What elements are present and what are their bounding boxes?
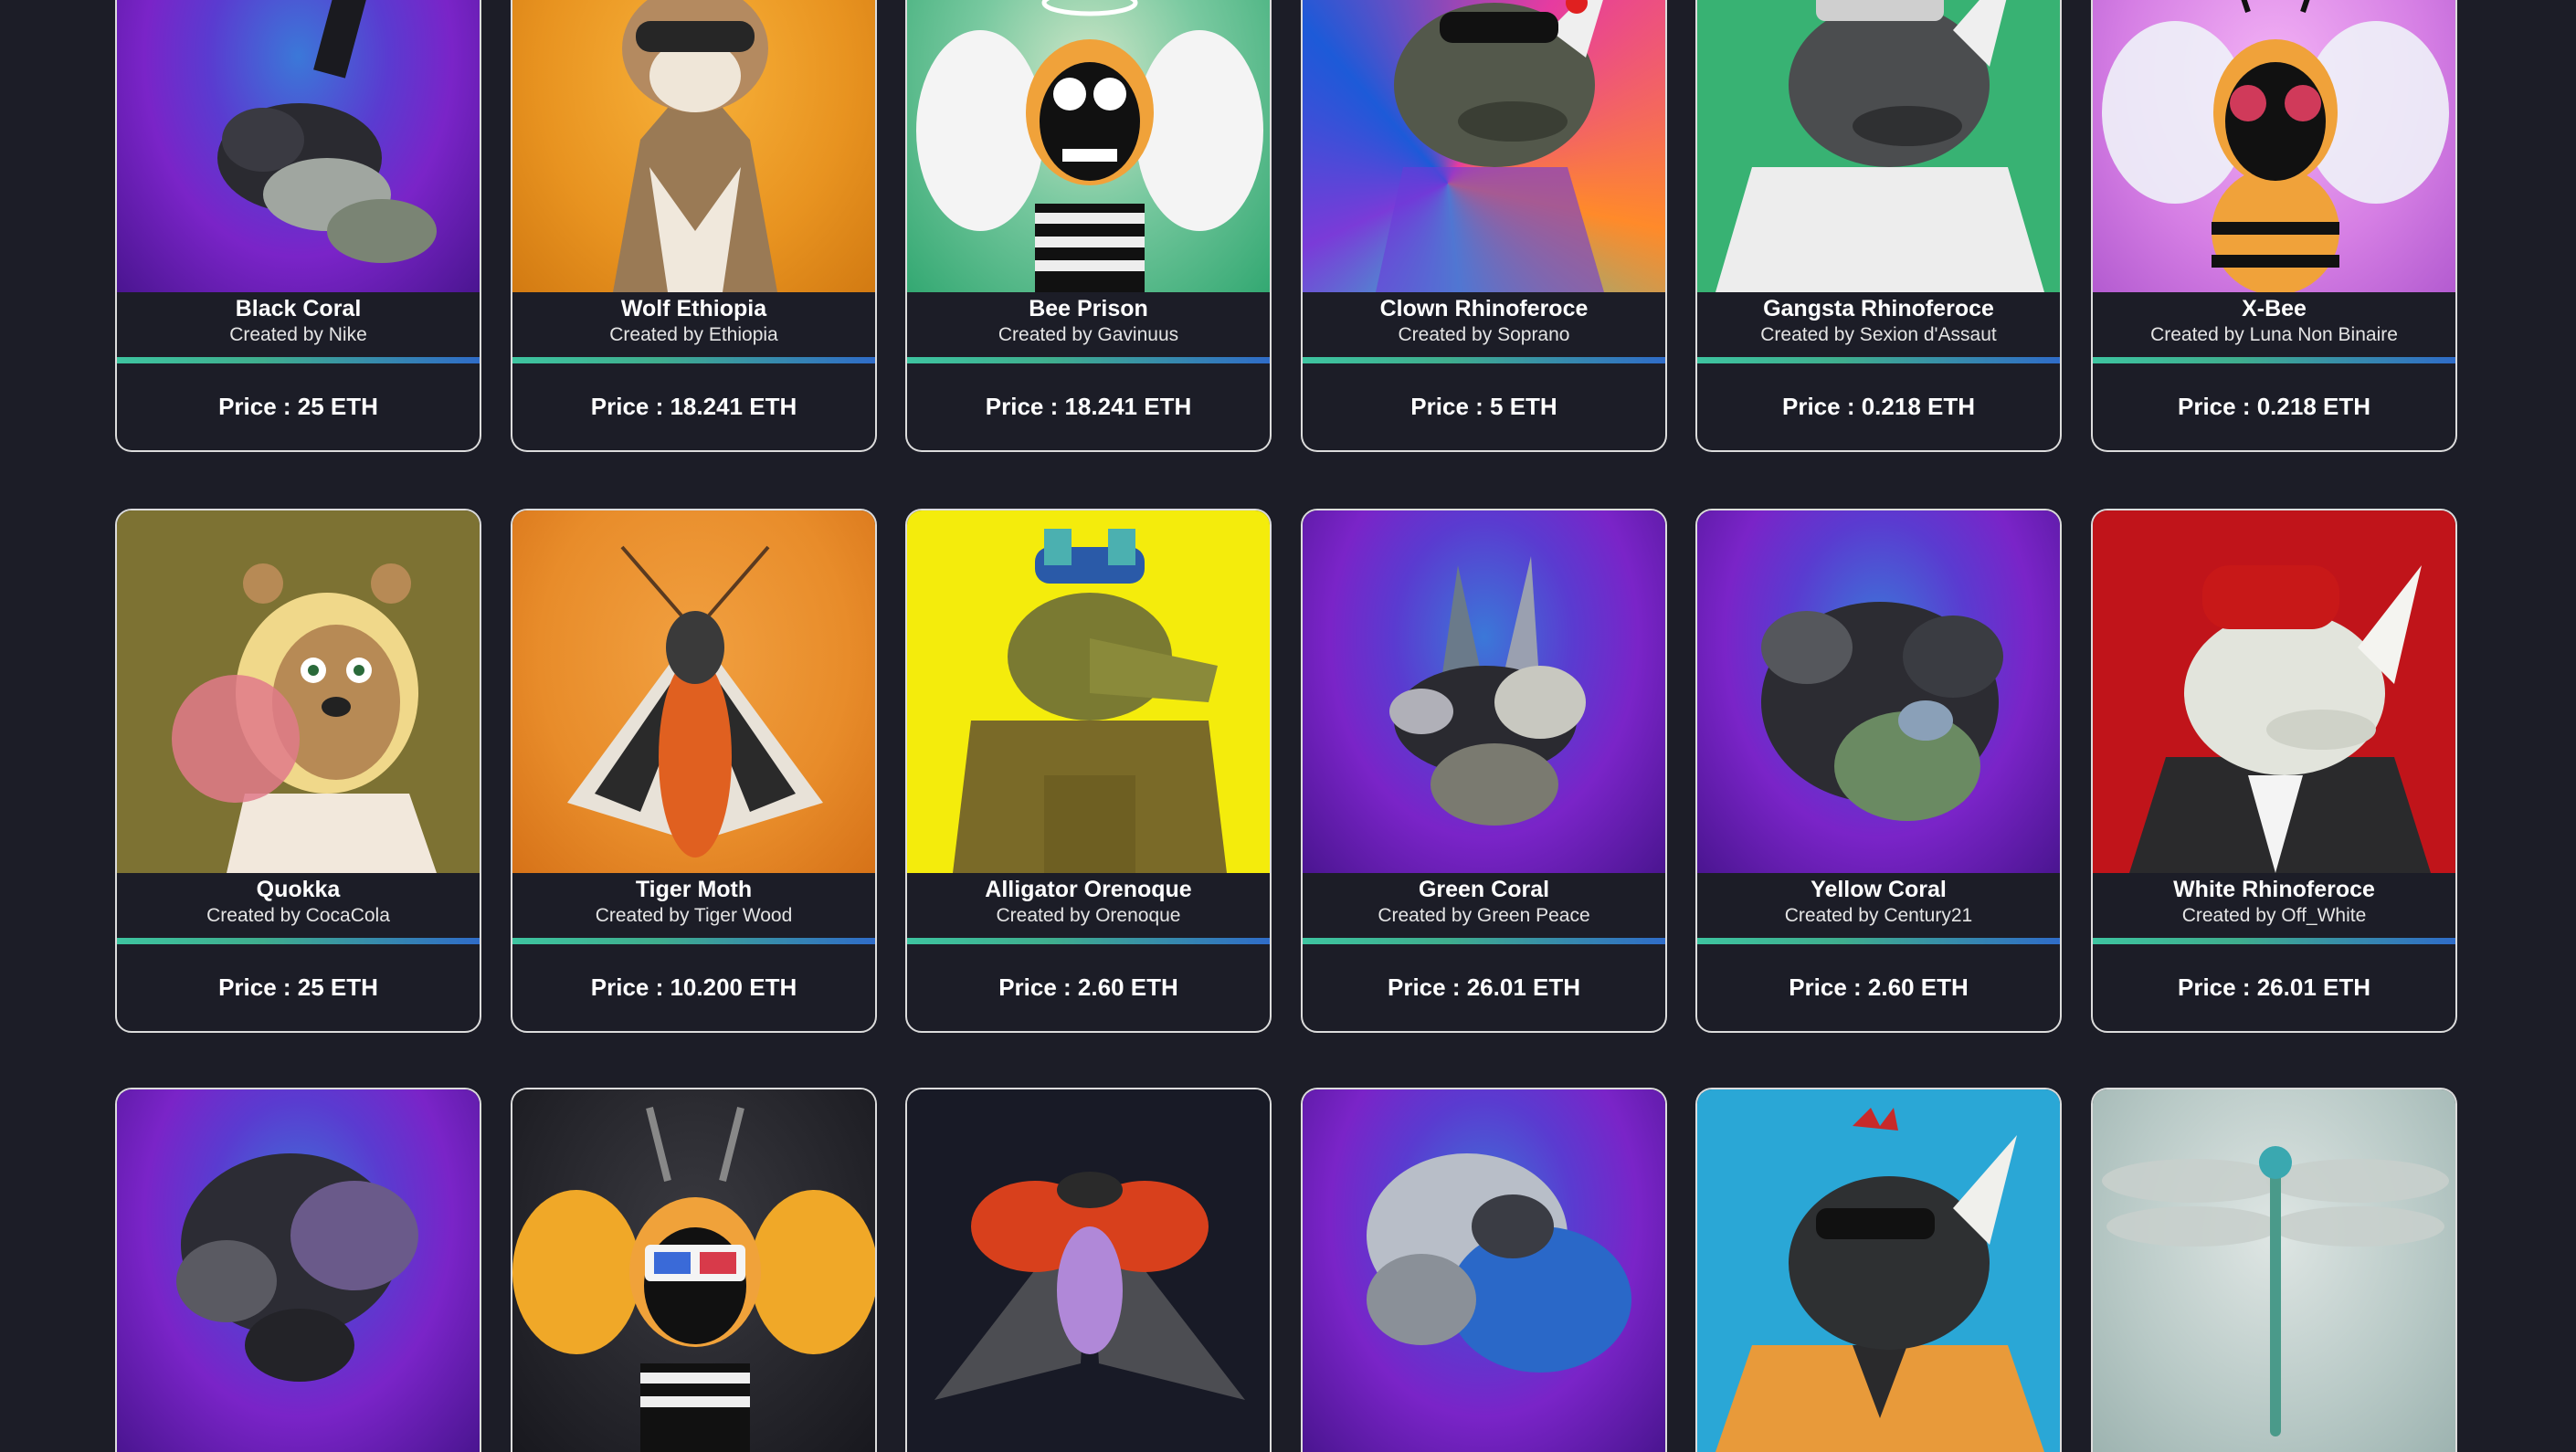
card-title: Bee Prison <box>1029 296 1148 321</box>
nft-card[interactable]: Alligator Orenoque Created by Orenoque P… <box>905 509 1272 1033</box>
card-price: Price : 25 ETH <box>218 393 378 420</box>
card-price: Price : 26.01 ETH <box>2178 973 2370 1001</box>
card-divider <box>2093 357 2455 363</box>
card-creator: Created by Ethiopia <box>609 324 778 345</box>
coral-icon <box>1303 1089 1665 1452</box>
rhino-icon <box>2093 510 2455 873</box>
card-divider <box>1303 357 1665 363</box>
nft-card[interactable] <box>115 1088 481 1452</box>
card-creator: Created by Off_White <box>2181 905 2367 926</box>
card-creator: Created by Sexion d'Assaut <box>1760 324 1997 345</box>
card-creator: Created by Green Peace <box>1378 905 1590 926</box>
card-price: Price : 0.218 ETH <box>2178 393 2370 420</box>
card-title: Tiger Moth <box>635 877 753 902</box>
card-creator: Created by CocaCola <box>206 905 390 926</box>
coral-icon <box>117 0 480 292</box>
card-creator: Created by Tiger Wood <box>595 905 793 926</box>
card-divider <box>512 938 875 944</box>
card-divider <box>907 938 1270 944</box>
nft-card[interactable] <box>1301 1088 1667 1452</box>
nft-card[interactable]: Tiger Moth Created by Tiger Wood Price :… <box>511 509 877 1033</box>
card-title: Black Coral <box>235 296 362 321</box>
card-creator: Created by Century21 <box>1784 905 1973 926</box>
card-title: Quokka <box>256 877 341 902</box>
card-creator: Created by Nike <box>229 324 367 345</box>
card-creator: Created by Soprano <box>1398 324 1570 345</box>
bee-icon <box>907 0 1270 292</box>
nft-card[interactable] <box>905 1088 1272 1452</box>
nft-card[interactable]: Gangsta Rhinoferoce Created by Sexion d'… <box>1695 0 2062 452</box>
card-title: Green Coral <box>1418 877 1550 902</box>
rhino-icon <box>1303 0 1665 292</box>
card-price: Price : 18.241 ETH <box>985 393 1192 420</box>
card-price: Price : 10.200 ETH <box>590 973 797 1001</box>
card-price: Price : 0.218 ETH <box>1782 393 1975 420</box>
card-creator: Created by Orenoque <box>996 905 1181 926</box>
card-price: Price : 5 ETH <box>1410 393 1557 420</box>
card-price: Price : 25 ETH <box>218 973 378 1001</box>
card-divider <box>2093 938 2455 944</box>
card-divider <box>117 938 480 944</box>
card-divider <box>1303 938 1665 944</box>
card-divider <box>907 357 1270 363</box>
coral-icon <box>1303 510 1665 873</box>
alligator-icon <box>907 510 1270 873</box>
nft-card[interactable]: Black Coral Created by Nike Price : 25 E… <box>115 0 481 452</box>
rhino-icon <box>1697 1089 2060 1452</box>
nft-card[interactable]: White Rhinoferoce Created by Off_White P… <box>2091 509 2457 1033</box>
card-divider <box>1697 357 2060 363</box>
nft-card[interactable]: Green Coral Created by Green Peace Price… <box>1301 509 1667 1033</box>
nft-card[interactable]: Yellow Coral Created by Century21 Price … <box>1695 509 2062 1033</box>
card-title: X-Bee <box>2242 296 2307 321</box>
card-title: Yellow Coral <box>1811 877 1947 902</box>
ladybug-icon <box>907 1089 1270 1452</box>
nft-card[interactable]: Bee Prison Created by Gavinuus Price : 1… <box>905 0 1272 452</box>
nft-card[interactable]: Wolf Ethiopia Created by Ethiopia Price … <box>511 0 877 452</box>
card-creator: Created by Luna Non Binaire <box>2150 324 2398 345</box>
quokka-icon <box>117 510 480 873</box>
card-price: Price : 26.01 ETH <box>1388 973 1580 1001</box>
nft-card[interactable] <box>1695 1088 2062 1452</box>
card-divider <box>117 357 480 363</box>
coral-icon <box>1697 510 2060 873</box>
bee-icon <box>2093 0 2455 292</box>
bee-icon <box>512 1089 875 1452</box>
card-title: White Rhinoferoce <box>2173 877 2375 902</box>
coral-icon <box>117 1089 480 1452</box>
card-price: Price : 2.60 ETH <box>998 973 1178 1001</box>
card-price: Price : 2.60 ETH <box>1789 973 1969 1001</box>
dragonfly-icon <box>2093 1089 2455 1452</box>
card-divider <box>512 357 875 363</box>
card-title: Gangsta Rhinoferoce <box>1763 296 1994 321</box>
nft-card[interactable]: X-Bee Created by Luna Non Binaire Price … <box>2091 0 2457 452</box>
moth-icon <box>512 510 875 873</box>
nft-card[interactable]: Quokka Created by CocaCola Price : 25 ET… <box>115 509 481 1033</box>
card-title: Alligator Orenoque <box>985 877 1192 902</box>
card-title: Clown Rhinoferoce <box>1379 296 1589 321</box>
card-price: Price : 18.241 ETH <box>590 393 797 420</box>
card-divider <box>1697 938 2060 944</box>
nft-card[interactable]: Clown Rhinoferoce Created by Soprano Pri… <box>1301 0 1667 452</box>
card-title: Wolf Ethiopia <box>620 296 767 321</box>
rhino-icon <box>1697 0 2060 292</box>
wolf-icon <box>512 0 875 292</box>
nft-card[interactable] <box>2091 1088 2457 1452</box>
nft-card[interactable] <box>511 1088 877 1452</box>
card-creator: Created by Gavinuus <box>998 324 1179 345</box>
